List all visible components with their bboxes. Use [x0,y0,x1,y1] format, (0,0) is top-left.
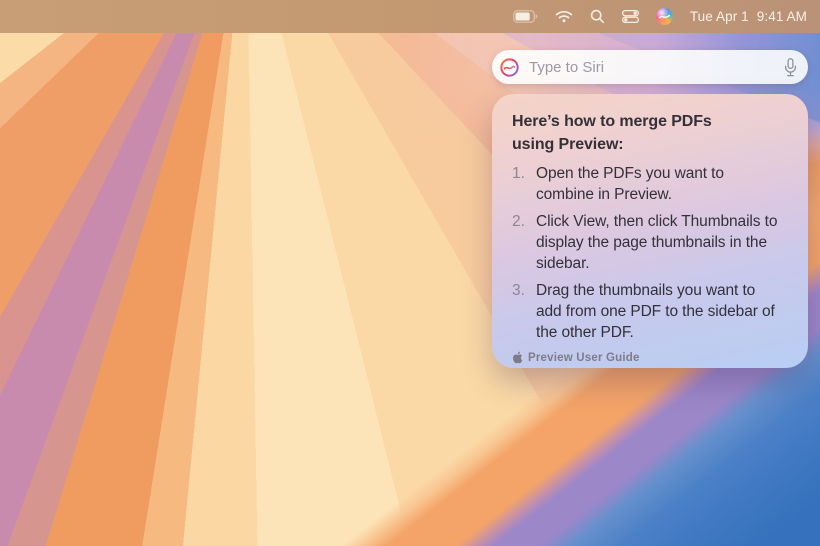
step-text: Open the PDFs you want to combine in Pre… [536,163,724,205]
menu-bar: Tue Apr 1 9:41 AM [0,0,820,33]
microphone-icon[interactable] [784,58,797,77]
spotlight-search-icon[interactable] [590,9,605,24]
response-heading: Here’s how to merge PDFs using Preview: [512,110,794,156]
siri-orb-icon [500,58,519,77]
step-number: 1. [512,163,529,205]
step-item: 2. Click View, then click Thumbnails to … [512,211,794,274]
siri-response-card: Here’s how to merge PDFs using Preview: … [492,94,808,368]
wifi-icon[interactable] [555,10,573,23]
step-number: 3. [512,280,529,343]
menu-bar-clock[interactable]: Tue Apr 1 9:41 AM [690,9,807,24]
step-item: 3. Drag the thumbnails you want to add f… [512,280,794,343]
apple-logo-icon [512,351,523,364]
menu-bar-date: Tue Apr 1 [690,9,749,24]
control-center-icon[interactable] [622,10,639,23]
source-label: Preview User Guide [528,352,640,364]
step-text: Click View, then click Thumbnails to dis… [536,211,777,274]
siri-icon[interactable] [656,8,673,25]
source-link[interactable]: Preview User Guide [512,351,794,364]
step-number: 2. [512,211,529,274]
step-text: Drag the thumbnails you want to add from… [536,280,775,343]
type-to-siri-field[interactable] [492,50,808,84]
menu-bar-time: 9:41 AM [757,9,807,24]
step-item: 1. Open the PDFs you want to combine in … [512,163,794,205]
type-to-siri-input[interactable] [527,58,776,77]
battery-icon[interactable] [513,10,538,23]
